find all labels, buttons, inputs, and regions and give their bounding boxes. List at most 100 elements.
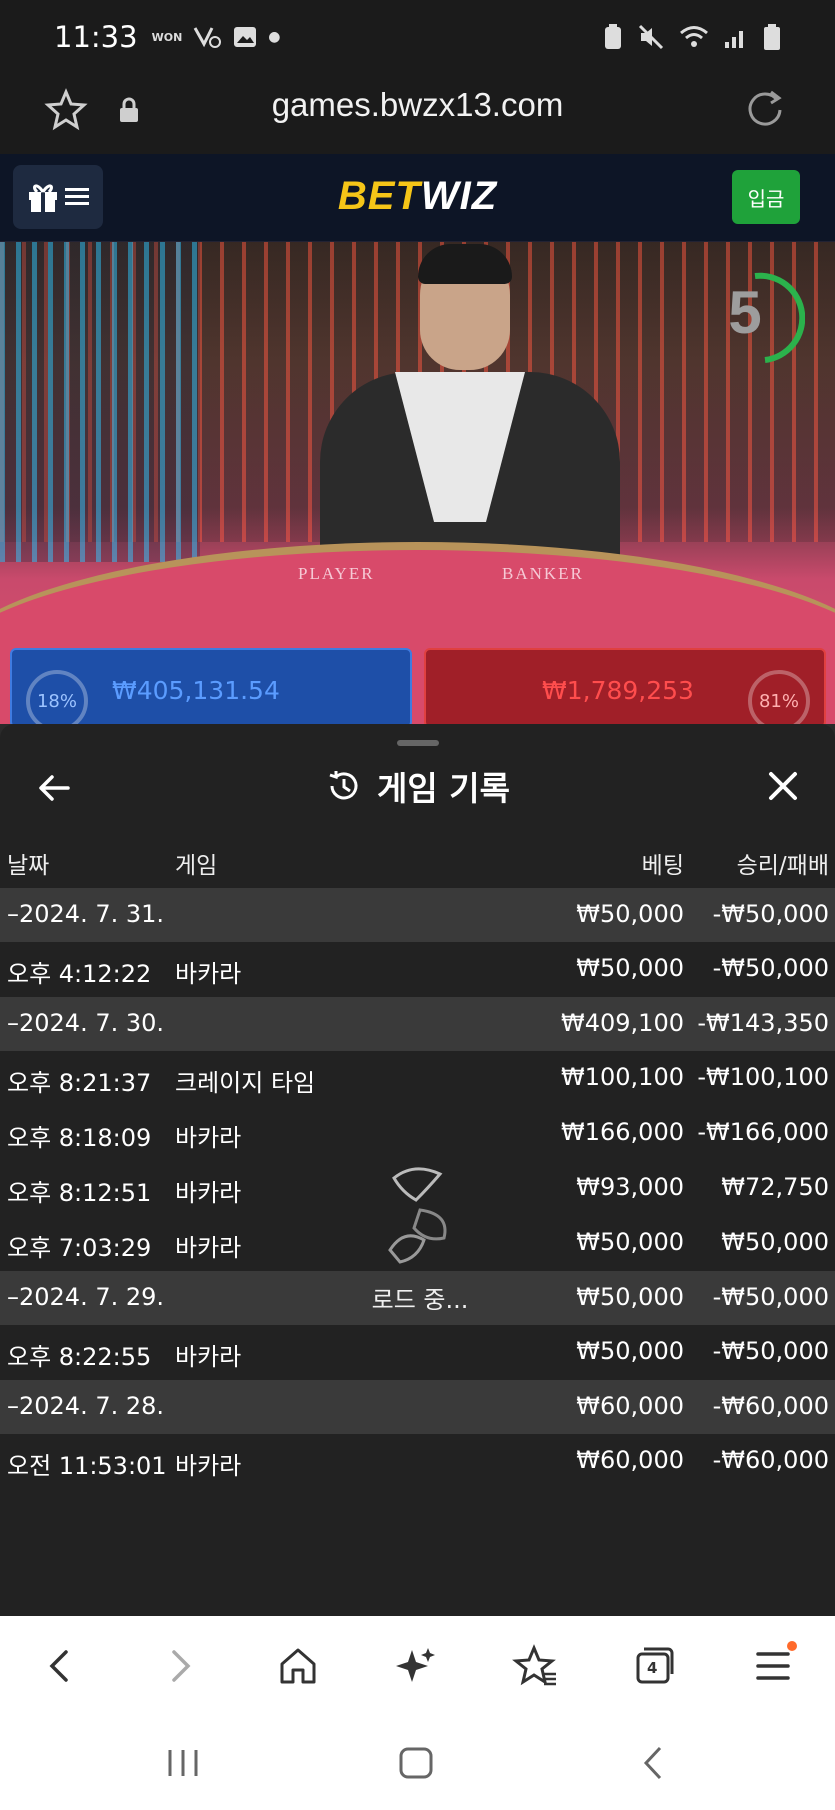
row-result: -₩60,000 [712, 1392, 829, 1420]
deposit-button[interactable]: 입금 [732, 170, 800, 224]
drag-handle[interactable] [397, 740, 439, 746]
history-date-row[interactable]: –2024. 7. 31. ₩50,000 -₩50,000 [0, 888, 835, 942]
row-bet: ₩50,000 [576, 900, 684, 928]
countdown-number: 5 [728, 279, 762, 346]
player-percentage: 18% [26, 670, 88, 732]
row-result: -₩50,000 [712, 900, 829, 928]
row-date: 오후 8:21:37 [7, 1069, 152, 1097]
row-bet: ₩409,100 [561, 1009, 684, 1037]
column-date: 날짜 [7, 853, 50, 879]
menu-icon [756, 1641, 797, 1680]
history-item-row: 오전 11:53:01 바카라 ₩60,000 -₩60,000 [0, 1434, 835, 1489]
menu-button[interactable] [748, 1640, 800, 1692]
banker-bet-box[interactable]: ₩1,789,253 81% [424, 648, 826, 732]
close-icon[interactable] [763, 766, 803, 806]
row-bet: ₩166,000 [561, 1118, 684, 1146]
player-bet-box[interactable]: 18% ₩405,131.54 [10, 648, 412, 732]
dealer-hair [418, 244, 512, 284]
row-game: 바카라 [175, 1179, 242, 1207]
browser-url-bar: games.bwzx13.com [0, 74, 835, 154]
reload-icon[interactable] [743, 86, 787, 130]
panel-title: 게임 기록 [0, 762, 835, 810]
url-text[interactable]: games.bwzx13.com [0, 86, 835, 124]
ai-sparkle-icon[interactable] [390, 1640, 442, 1692]
row-game: 바카라 [175, 1343, 242, 1371]
forward-icon[interactable] [154, 1640, 206, 1692]
history-icon [329, 771, 358, 800]
row-game: 바카라 [175, 960, 242, 988]
tab-count: 4 [647, 1659, 658, 1677]
row-game: 바카라 [175, 1452, 242, 1480]
row-result: ₩72,750 [721, 1173, 829, 1201]
row-date: 오후 8:22:55 [7, 1343, 152, 1371]
loading-indicator: 로드 중... [330, 1158, 510, 1315]
row-date: 오후 4:12:22 [7, 960, 152, 988]
betwiz-logo[interactable]: BETWIZ [0, 174, 835, 219]
row-bet: ₩50,000 [576, 1337, 684, 1365]
row-result: ₩50,000 [721, 1228, 829, 1256]
home-icon[interactable] [272, 1640, 324, 1692]
history-item-row: 오후 8:21:37 크레이지 타임 ₩100,100 -₩100,100 [0, 1051, 835, 1106]
row-result: -₩100,100 [697, 1063, 829, 1091]
row-game: 크레이지 타임 [175, 1069, 316, 1097]
browser-bottom-nav: 4 [0, 1616, 835, 1714]
history-item-row: 오후 8:18:09 바카라 ₩166,000 -₩166,000 [0, 1106, 835, 1161]
system-nav-bar [0, 1714, 835, 1810]
row-bet: ₩50,000 [576, 1283, 684, 1311]
column-result: 승리/패배 [736, 853, 829, 879]
row-game: 바카라 [175, 1234, 242, 1262]
tabs-button[interactable]: 4 [628, 1640, 680, 1692]
back-nav-icon[interactable] [640, 1744, 666, 1782]
history-item-row: 오후 8:22:55 바카라 ₩50,000 -₩50,000 [0, 1325, 835, 1380]
background-decor-left [0, 242, 200, 562]
row-bet: ₩93,000 [576, 1173, 684, 1201]
loading-spinner-icon [388, 1167, 447, 1264]
history-table-header: 날짜 게임 베팅 승리/패배 [0, 840, 835, 880]
table-banker-label: BANKER [502, 564, 584, 583]
won-notification-icon: WON [151, 30, 183, 44]
row-result: -₩60,000 [712, 1446, 829, 1474]
mute-icon [638, 24, 664, 50]
row-result: -₩143,350 [697, 1009, 829, 1037]
system-icons [603, 23, 781, 51]
row-result: -₩50,000 [712, 1283, 829, 1311]
history-date-row[interactable]: –2024. 7. 28. ₩60,000 -₩60,000 [0, 1380, 835, 1434]
missed-call-icon [193, 27, 222, 48]
row-result: -₩50,000 [712, 954, 829, 982]
row-game: 바카라 [175, 1124, 242, 1152]
wifi-icon [680, 26, 708, 47]
row-date: 오후 7:03:29 [7, 1234, 152, 1262]
column-bet: 베팅 [641, 853, 684, 879]
column-game: 게임 [175, 853, 218, 879]
site-header: BETWIZ 입금 [0, 154, 835, 242]
gallery-icon [234, 27, 257, 47]
row-date: 오전 11:53:01 [7, 1452, 167, 1480]
banker-total-amount: ₩1,789,253 [542, 676, 694, 705]
row-bet: ₩50,000 [576, 1228, 684, 1256]
countdown-timer: 5 [705, 268, 805, 368]
row-date: –2024. 7. 29. [7, 1283, 165, 1311]
recents-icon[interactable] [166, 1748, 200, 1778]
loading-text: 로드 중... [371, 1286, 469, 1314]
banker-percentage: 81% [748, 670, 810, 732]
home-nav-icon[interactable] [398, 1746, 434, 1780]
player-total-amount: ₩405,131.54 [112, 676, 280, 705]
bet-summary: 18% ₩405,131.54 ₩1,789,253 81% [0, 648, 835, 732]
row-result: -₩166,000 [697, 1118, 829, 1146]
battery-icon [764, 24, 780, 50]
signal-icon [725, 31, 743, 48]
panel-title-text: 게임 기록 [377, 769, 510, 808]
history-date-row[interactable]: –2024. 7. 30. ₩409,100 -₩143,350 [0, 997, 835, 1051]
back-icon[interactable] [34, 1640, 86, 1692]
row-bet: ₩60,000 [576, 1392, 684, 1420]
notification-icons: WON ● [152, 24, 281, 50]
row-result: -₩50,000 [712, 1337, 829, 1365]
status-bar: 11:33 WON ● [0, 0, 835, 74]
history-item-row: 오후 4:12:22 바카라 ₩50,000 -₩50,000 [0, 942, 835, 997]
table-player-label: PLAYER [298, 564, 375, 583]
battery-saver-icon [605, 24, 621, 49]
row-date: 오후 8:18:09 [7, 1124, 152, 1152]
row-bet: ₩100,100 [561, 1063, 684, 1091]
screen: { "status_bar": { "time": "11:33", "noti… [0, 0, 835, 1810]
bookmarks-icon[interactable] [510, 1640, 562, 1692]
